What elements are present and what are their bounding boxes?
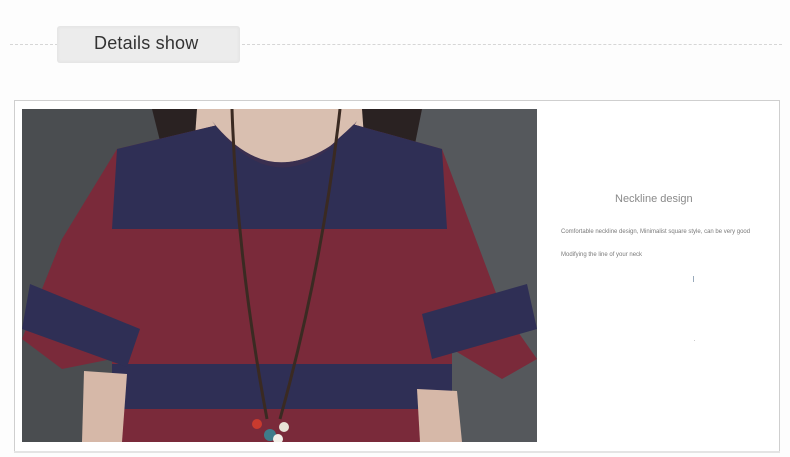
header-divider-right (242, 44, 782, 45)
header-divider-left (10, 44, 58, 45)
detail-description-line1: Comfortable neckline design, Minimalist … (561, 229, 751, 235)
section-title: Details show (94, 33, 199, 53)
decorative-dot (694, 340, 695, 341)
detail-description-line2: Modifying the line of your neck (561, 252, 643, 258)
panel-bottom-rule (14, 451, 780, 453)
product-detail-photo (22, 109, 537, 442)
detail-heading: Neckline design (615, 193, 693, 205)
decorative-mark (693, 276, 694, 282)
